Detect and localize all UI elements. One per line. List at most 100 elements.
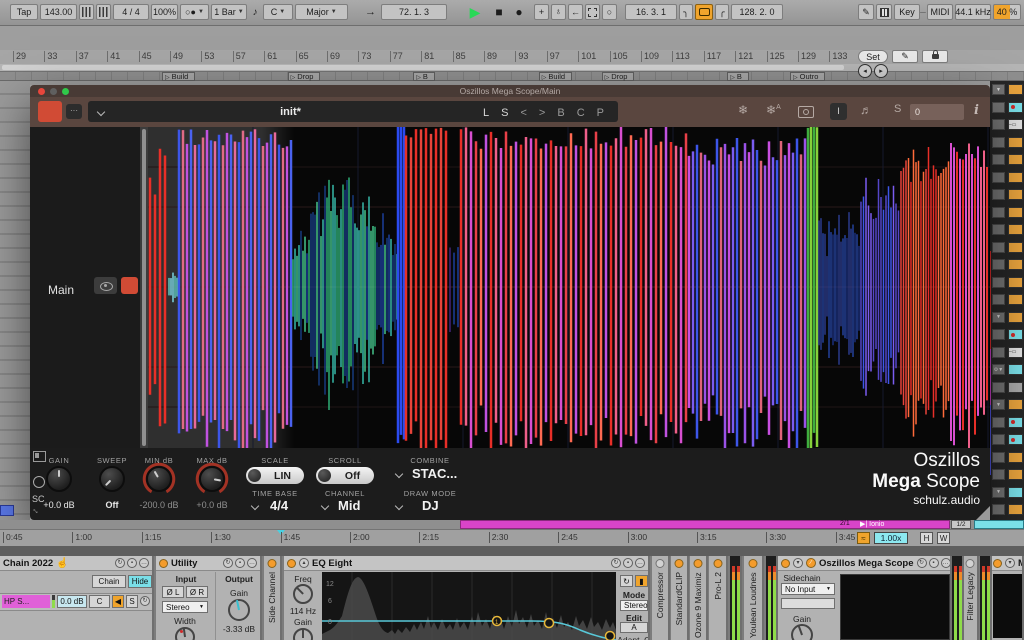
key-map-button[interactable]: Key bbox=[894, 4, 920, 20]
scale-toggle[interactable]: LIN bbox=[246, 467, 304, 484]
locator-flag[interactable]: ▷Drop bbox=[602, 72, 635, 81]
wrench-icon[interactable]: ∕ bbox=[806, 558, 816, 568]
scroll-toggle[interactable]: Off bbox=[316, 467, 374, 484]
session-clip[interactable] bbox=[1008, 259, 1023, 270]
clip-label[interactable]: ▶| Ionio bbox=[860, 520, 884, 528]
session-clip[interactable] bbox=[1008, 294, 1023, 305]
back-to-arrangement-button[interactable]: ← bbox=[568, 4, 583, 20]
session-track-button[interactable] bbox=[992, 102, 1005, 113]
freq-value[interactable]: 114 Hz bbox=[290, 606, 316, 616]
save-icon[interactable]: ▪ bbox=[929, 558, 939, 568]
preset-button-P[interactable]: P bbox=[597, 107, 604, 119]
eq-spectrum-display[interactable]: 12 6 0 1 bbox=[322, 572, 616, 640]
session-track-button[interactable] bbox=[992, 382, 1005, 393]
session-track-button[interactable] bbox=[992, 329, 1005, 340]
session-clip[interactable] bbox=[1008, 102, 1023, 113]
quantize-field[interactable]: 100% bbox=[151, 4, 178, 20]
chain-hotswap-icon[interactable]: ↻ bbox=[140, 596, 150, 606]
draw-circle-icon[interactable]: ○ bbox=[602, 4, 617, 20]
info-toggle-button[interactable]: I bbox=[830, 103, 847, 120]
device-activator[interactable] bbox=[966, 559, 975, 568]
follow-icon[interactable]: → bbox=[362, 3, 379, 21]
sweep-value[interactable]: Off bbox=[106, 500, 119, 510]
session-clip[interactable] bbox=[1008, 452, 1023, 463]
session-track-button[interactable] bbox=[992, 504, 1005, 515]
device-color-swatch[interactable] bbox=[38, 101, 62, 122]
draw-mode-pencil-icon[interactable]: ✎ bbox=[858, 4, 874, 20]
session-track-button[interactable] bbox=[992, 137, 1005, 148]
sidechain-input-select[interactable]: No Input▼ bbox=[781, 583, 835, 595]
preset-button-L[interactable]: L bbox=[483, 107, 489, 119]
play-button[interactable]: ▶ bbox=[466, 3, 484, 21]
session-track-button[interactable] bbox=[992, 119, 1005, 130]
session-clip[interactable]: –▭ bbox=[1008, 119, 1023, 130]
stop-button[interactable]: ■ bbox=[492, 3, 506, 21]
zoom-width-button[interactable]: W bbox=[937, 532, 950, 544]
session-track-button[interactable]: ▼ bbox=[992, 487, 1005, 498]
session-track-button[interactable] bbox=[992, 294, 1005, 305]
session-clip[interactable] bbox=[1008, 364, 1023, 375]
speaker-icon[interactable]: ◀ bbox=[112, 595, 124, 608]
locator-pencil-icon[interactable]: ✎ bbox=[892, 50, 918, 63]
partial-device[interactable]: ▾ M bbox=[990, 556, 1024, 640]
hotswap-icon[interactable]: ↻ bbox=[115, 558, 125, 568]
device-activator[interactable] bbox=[159, 559, 168, 568]
session-track-button[interactable] bbox=[992, 434, 1005, 445]
collapsed-device-ozone-9-maximizer[interactable]: Ozone 9 Maximizer bbox=[690, 556, 708, 640]
resize-corner[interactable] bbox=[976, 506, 990, 520]
more-icon[interactable]: … bbox=[635, 558, 645, 568]
chevron-down-icon[interactable] bbox=[395, 502, 403, 510]
session-track-button[interactable] bbox=[992, 259, 1005, 270]
window-mode-icon[interactable] bbox=[33, 451, 46, 462]
collapsed-device-pro-l-2[interactable]: Pro-L 2 bbox=[709, 556, 728, 640]
scale-root-menu[interactable]: C▼ bbox=[263, 4, 293, 20]
fold-icon[interactable]: ▴ bbox=[299, 558, 309, 568]
window-titlebar[interactable]: Oszillos Mega Scope/Main bbox=[30, 85, 990, 97]
chevron-down-icon[interactable] bbox=[251, 502, 259, 510]
metronome-sub-icon[interactable] bbox=[96, 4, 111, 20]
preset-name[interactable]: init* bbox=[104, 106, 477, 118]
hotswap-icon[interactable]: ↻ bbox=[611, 558, 621, 568]
session-clip[interactable] bbox=[1008, 487, 1023, 498]
hotswap-icon[interactable]: ↻ bbox=[223, 558, 233, 568]
save-icon[interactable]: ▪ bbox=[127, 558, 137, 568]
notes-icon[interactable]: ♬ bbox=[860, 103, 872, 117]
hotswap-icon[interactable]: ↻ bbox=[917, 558, 927, 568]
session-track-button[interactable] bbox=[992, 469, 1005, 480]
info-icon[interactable]: i bbox=[974, 103, 979, 118]
eq-analyzer-button[interactable]: ▮ bbox=[635, 575, 648, 587]
playback-speed-field[interactable]: 1.00x bbox=[874, 532, 908, 544]
track-color-swatch[interactable] bbox=[121, 277, 138, 294]
locator-flag[interactable]: ▷B bbox=[413, 72, 435, 81]
eq-edit-button[interactable]: A bbox=[620, 622, 648, 633]
collapsed-device-side-channel[interactable]: Side Channel bbox=[264, 556, 282, 640]
device-activator[interactable] bbox=[675, 559, 684, 568]
camera-icon[interactable] bbox=[798, 106, 814, 118]
save-icon[interactable]: ▪ bbox=[235, 558, 245, 568]
preset-button-<[interactable]: < bbox=[520, 107, 526, 119]
loop-length-field[interactable]: 128. 2. 0 bbox=[731, 4, 783, 20]
midi-map-button[interactable]: MIDI bbox=[927, 4, 953, 20]
collapsed-device-standardclip[interactable]: StandardCLIP bbox=[671, 556, 689, 640]
metronome-icon[interactable] bbox=[79, 4, 94, 20]
time-ruler[interactable]: ≈ 1.00x H W 0:451:001:151:301:452:002:15… bbox=[0, 529, 1024, 547]
device-activator[interactable] bbox=[268, 559, 277, 568]
session-track-button[interactable] bbox=[992, 189, 1005, 200]
width-knob[interactable] bbox=[175, 627, 195, 640]
phase-right-button[interactable]: Ø R bbox=[186, 586, 208, 598]
new-button[interactable]: + bbox=[534, 4, 549, 20]
chain-button[interactable]: Chain bbox=[92, 575, 126, 588]
session-clip[interactable] bbox=[1008, 154, 1023, 165]
utility-gain-value[interactable]: -3.33 dB bbox=[223, 624, 255, 634]
phase-left-button[interactable]: Ø L bbox=[162, 586, 184, 598]
device-activator[interactable] bbox=[749, 559, 758, 568]
utility-mode-select[interactable]: Stereo▼ bbox=[162, 601, 208, 613]
draw-mode-value[interactable]: DJ bbox=[422, 498, 439, 513]
eq-node-a[interactable] bbox=[545, 619, 554, 628]
locator-flag[interactable]: ▷Drop bbox=[288, 72, 321, 81]
loop-button[interactable] bbox=[695, 4, 713, 20]
hide-button[interactable]: Hide bbox=[128, 575, 152, 588]
resize-icon[interactable]: ↔ bbox=[30, 503, 43, 516]
device-activator[interactable] bbox=[694, 559, 703, 568]
scale-name-menu[interactable]: Major▼ bbox=[295, 4, 348, 20]
